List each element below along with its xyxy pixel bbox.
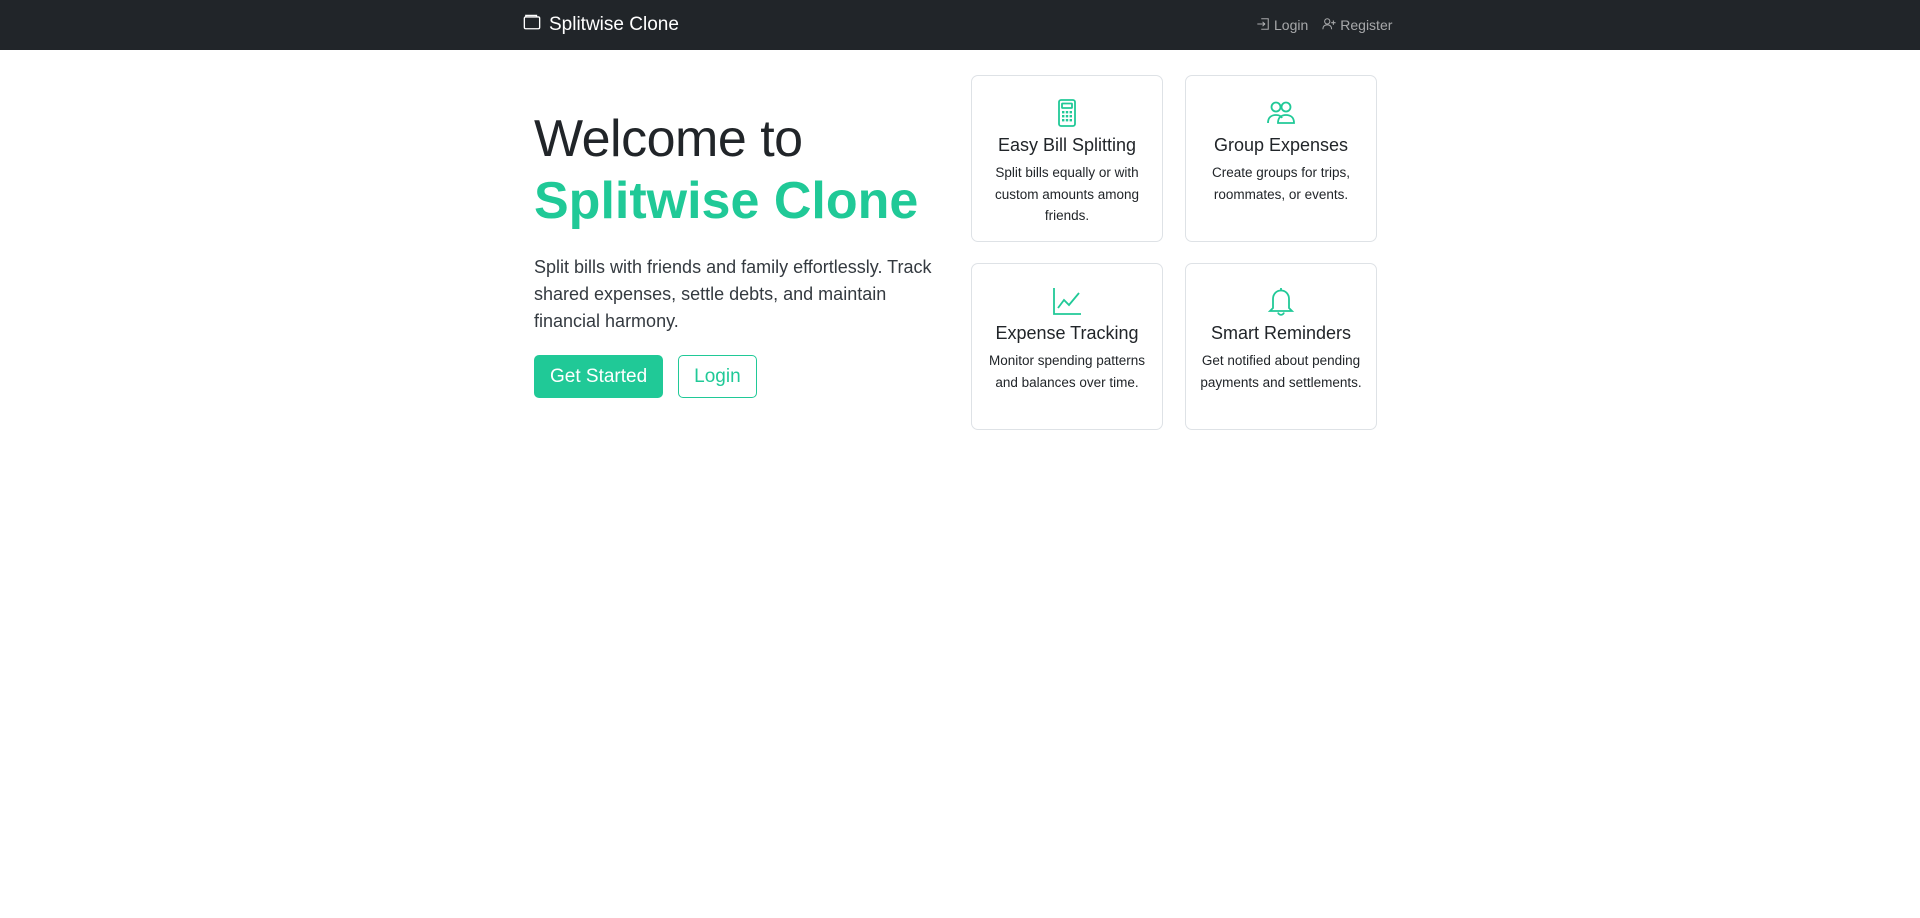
feature-text: Split bills equally or with custom amoun…	[994, 165, 1140, 223]
feature-text: Create groups for trips, roommates, or e…	[1211, 165, 1351, 202]
calculator-icon	[1052, 98, 1082, 128]
feature-title: Group Expenses	[1213, 135, 1349, 155]
nav-register-label: Register	[1340, 17, 1393, 33]
hero-lead: Split bills with friends and family effo…	[534, 257, 932, 331]
nav-links: Login Register	[1256, 0, 1392, 50]
brand-label: Splitwise Clone	[549, 14, 679, 35]
people-icon	[1266, 98, 1296, 128]
feature-text: Monitor spending patterns and balances o…	[988, 353, 1146, 390]
feature-title: Easy Bill Splitting	[997, 135, 1137, 155]
get-started-button[interactable]: Get Started	[534, 355, 664, 398]
hero-title: Welcome to Splitwise Clone	[534, 108, 944, 232]
feature-card-group-expenses: Group Expenses Create groups for trips, …	[1185, 75, 1377, 242]
hero-actions: Get Started Login	[534, 355, 944, 398]
login-icon	[1256, 17, 1270, 34]
feature-title: Smart Reminders	[1210, 323, 1352, 343]
graph-icon	[1052, 286, 1082, 316]
nav-login-link[interactable]: Login	[1256, 17, 1308, 34]
brand-link[interactable]: Splitwise Clone	[523, 0, 679, 50]
wallet-icon	[523, 13, 541, 37]
feature-text: Get notified about pending payments and …	[1200, 353, 1362, 390]
top-navbar: Splitwise Clone Login Register	[0, 0, 1920, 50]
hero-section: Welcome to Splitwise Clone Split bills w…	[534, 108, 944, 398]
feature-title: Expense Tracking	[995, 323, 1139, 343]
bell-icon	[1266, 286, 1296, 316]
feature-card-bill-splitting: Easy Bill Splitting Split bills equally …	[971, 75, 1163, 242]
hero-title-line2: Splitwise Clone	[534, 172, 919, 230]
register-icon	[1322, 17, 1336, 34]
nav-register-link[interactable]: Register	[1322, 17, 1392, 34]
feature-card-smart-reminders: Smart Reminders Get notified about pendi…	[1185, 263, 1377, 430]
hero-login-button[interactable]: Login	[678, 355, 757, 398]
nav-login-label: Login	[1274, 17, 1309, 33]
feature-card-expense-tracking: Expense Tracking Monitor spending patter…	[971, 263, 1163, 430]
hero-title-line1: Welcome to	[534, 110, 803, 168]
